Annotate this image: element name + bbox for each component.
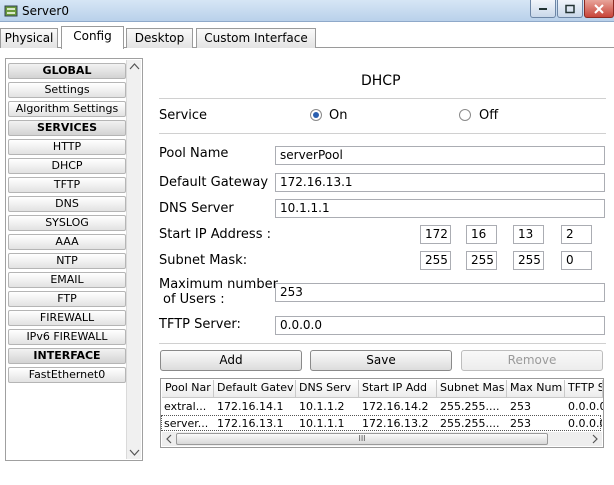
maximize-button[interactable] (557, 0, 583, 18)
table-cell: 255.255.... (440, 417, 500, 430)
table-row[interactable]: extral... 172.16.14.1 10.1.1.2 172.16.14… (161, 399, 603, 415)
sidebar-item-firewall[interactable]: FIREWALL (8, 310, 126, 326)
sidebar-item-http[interactable]: HTTP (8, 139, 126, 155)
max-users-input[interactable]: 253 (275, 283, 605, 302)
column-header-pool-name[interactable]: Pool Nar (162, 380, 214, 398)
service-off-radio[interactable] (459, 109, 471, 121)
close-button[interactable] (584, 0, 614, 18)
max-users-label-line1: Maximum number (159, 277, 278, 292)
maximize-icon (565, 4, 575, 13)
table-cell: 10.1.1.2 (299, 400, 345, 413)
default-gateway-input[interactable]: 172.16.13.1 (275, 173, 605, 192)
scroll-up-arrow-icon[interactable] (128, 62, 141, 72)
radio-selected-dot (313, 112, 319, 118)
table-cell: 253 (510, 400, 531, 413)
column-header-tftp-server[interactable]: TFTP S (565, 380, 603, 398)
column-header-dns-server[interactable]: DNS Serv (296, 380, 359, 398)
save-button[interactable]: Save (310, 350, 452, 371)
remove-button[interactable]: Remove (461, 350, 603, 371)
table-cell: 172.16.13.2 (362, 417, 429, 430)
subnet-octet-1[interactable]: 255 (420, 251, 451, 270)
server-app-icon (4, 5, 18, 17)
max-users-label-line2: of Users : (163, 292, 225, 307)
start-ip-octet-2[interactable]: 16 (466, 225, 497, 244)
table-cell: 253 (510, 417, 531, 430)
sidebar-header-global: GLOBAL (8, 63, 126, 79)
table-row-selected[interactable]: server... 172.16.13.1 10.1.1.1 172.16.13… (161, 415, 602, 431)
service-on-radio[interactable] (310, 109, 322, 121)
sidebar-item-fastethernet0[interactable]: FastEthernet0 (8, 367, 126, 383)
window-title: Server0 (22, 4, 69, 18)
subnet-octet-4[interactable]: 0 (561, 251, 592, 270)
window-titlebar: Server0 (0, 0, 614, 22)
start-ip-octet-3[interactable]: 13 (513, 225, 544, 244)
buttons-divider (159, 343, 606, 344)
table-cell: 172.16.14.1 (217, 400, 284, 413)
sidebar-item-tftp[interactable]: TFTP (8, 177, 126, 193)
tftp-server-input[interactable]: 0.0.0.0 (275, 316, 605, 335)
sidebar-item-email[interactable]: EMAIL (8, 272, 126, 288)
table-cell: 0.0.0.0 (568, 417, 602, 430)
sidebar-scrollbar[interactable] (126, 60, 141, 459)
scroll-thumb[interactable]: III (176, 433, 548, 445)
service-label: Service (159, 108, 208, 123)
sidebar-item-ntp[interactable]: NTP (8, 253, 126, 269)
table-cell: 10.1.1.1 (299, 417, 345, 430)
service-off-label: Off (479, 108, 499, 123)
sidebar-header-services: SERVICES (8, 120, 126, 136)
pool-name-label: Pool Name (159, 146, 229, 161)
minimize-icon (539, 7, 547, 10)
dns-server-input[interactable]: 10.1.1.1 (275, 199, 605, 218)
pool-name-input[interactable]: serverPool (275, 146, 605, 165)
table-cell: 172.16.13.1 (217, 417, 284, 430)
start-ip-octet-1[interactable]: 172 (420, 225, 451, 244)
sidebar-item-dns[interactable]: DNS (8, 196, 126, 212)
config-sidebar: GLOBAL Settings Algorithm Settings SERVI… (5, 58, 143, 461)
table-cell: 172.16.14.2 (362, 400, 429, 413)
sidebar-header-interface: INTERFACE (8, 348, 126, 364)
sidebar-item-syslog[interactable]: SYSLOG (8, 215, 126, 231)
tab-physical[interactable]: Physical (0, 28, 58, 48)
sidebar-item-aaa[interactable]: AAA (8, 234, 126, 250)
column-header-subnet-mask[interactable]: Subnet Mas (437, 380, 507, 398)
column-header-max-users[interactable]: Max Num (507, 380, 565, 398)
panel-title: DHCP (361, 73, 401, 89)
dhcp-pools-table[interactable]: Pool Nar Default Gatev DNS Serv Start IP… (160, 378, 604, 448)
service-divider (159, 133, 606, 134)
tab-custom-interface[interactable]: Custom Interface (196, 28, 316, 48)
tab-bar: Physical Config Desktop Custom Interface (0, 26, 614, 49)
table-cell: 0.0.0.0 (568, 400, 603, 413)
sidebar-item-settings[interactable]: Settings (8, 82, 126, 98)
default-gateway-label: Default Gateway (159, 175, 269, 190)
scroll-right-arrow-icon[interactable] (590, 433, 600, 445)
column-header-start-ip[interactable]: Start IP Add (359, 380, 437, 398)
sidebar-item-ipv6-firewall[interactable]: IPv6 FIREWALL (8, 329, 126, 345)
column-header-default-gateway[interactable]: Default Gatev (214, 380, 296, 398)
sidebar-item-ftp[interactable]: FTP (8, 291, 126, 307)
scroll-down-arrow-icon[interactable] (128, 447, 141, 457)
subnet-mask-label: Subnet Mask: (159, 253, 248, 268)
table-horizontal-scrollbar[interactable]: III (162, 432, 602, 446)
add-button[interactable]: Add (160, 350, 302, 371)
sidebar-item-algorithm-settings[interactable]: Algorithm Settings (8, 101, 126, 117)
start-ip-octet-4[interactable]: 2 (561, 225, 592, 244)
scroll-left-arrow-icon[interactable] (164, 433, 174, 445)
close-icon (594, 3, 604, 14)
table-cell: extral... (164, 400, 207, 413)
table-cell: 255.255.... (440, 400, 500, 413)
subnet-octet-2[interactable]: 255 (466, 251, 497, 270)
tab-config[interactable]: Config (61, 26, 124, 49)
subnet-octet-3[interactable]: 255 (513, 251, 544, 270)
minimize-button[interactable] (530, 0, 556, 18)
table-cell: server... (164, 417, 209, 430)
service-on-label: On (329, 108, 348, 123)
start-ip-label: Start IP Address : (159, 227, 271, 242)
dns-server-label: DNS Server (159, 201, 234, 216)
tab-desktop[interactable]: Desktop (126, 28, 193, 48)
tftp-server-label: TFTP Server: (159, 317, 241, 332)
sidebar-item-dhcp[interactable]: DHCP (8, 158, 126, 174)
title-divider (159, 98, 606, 99)
